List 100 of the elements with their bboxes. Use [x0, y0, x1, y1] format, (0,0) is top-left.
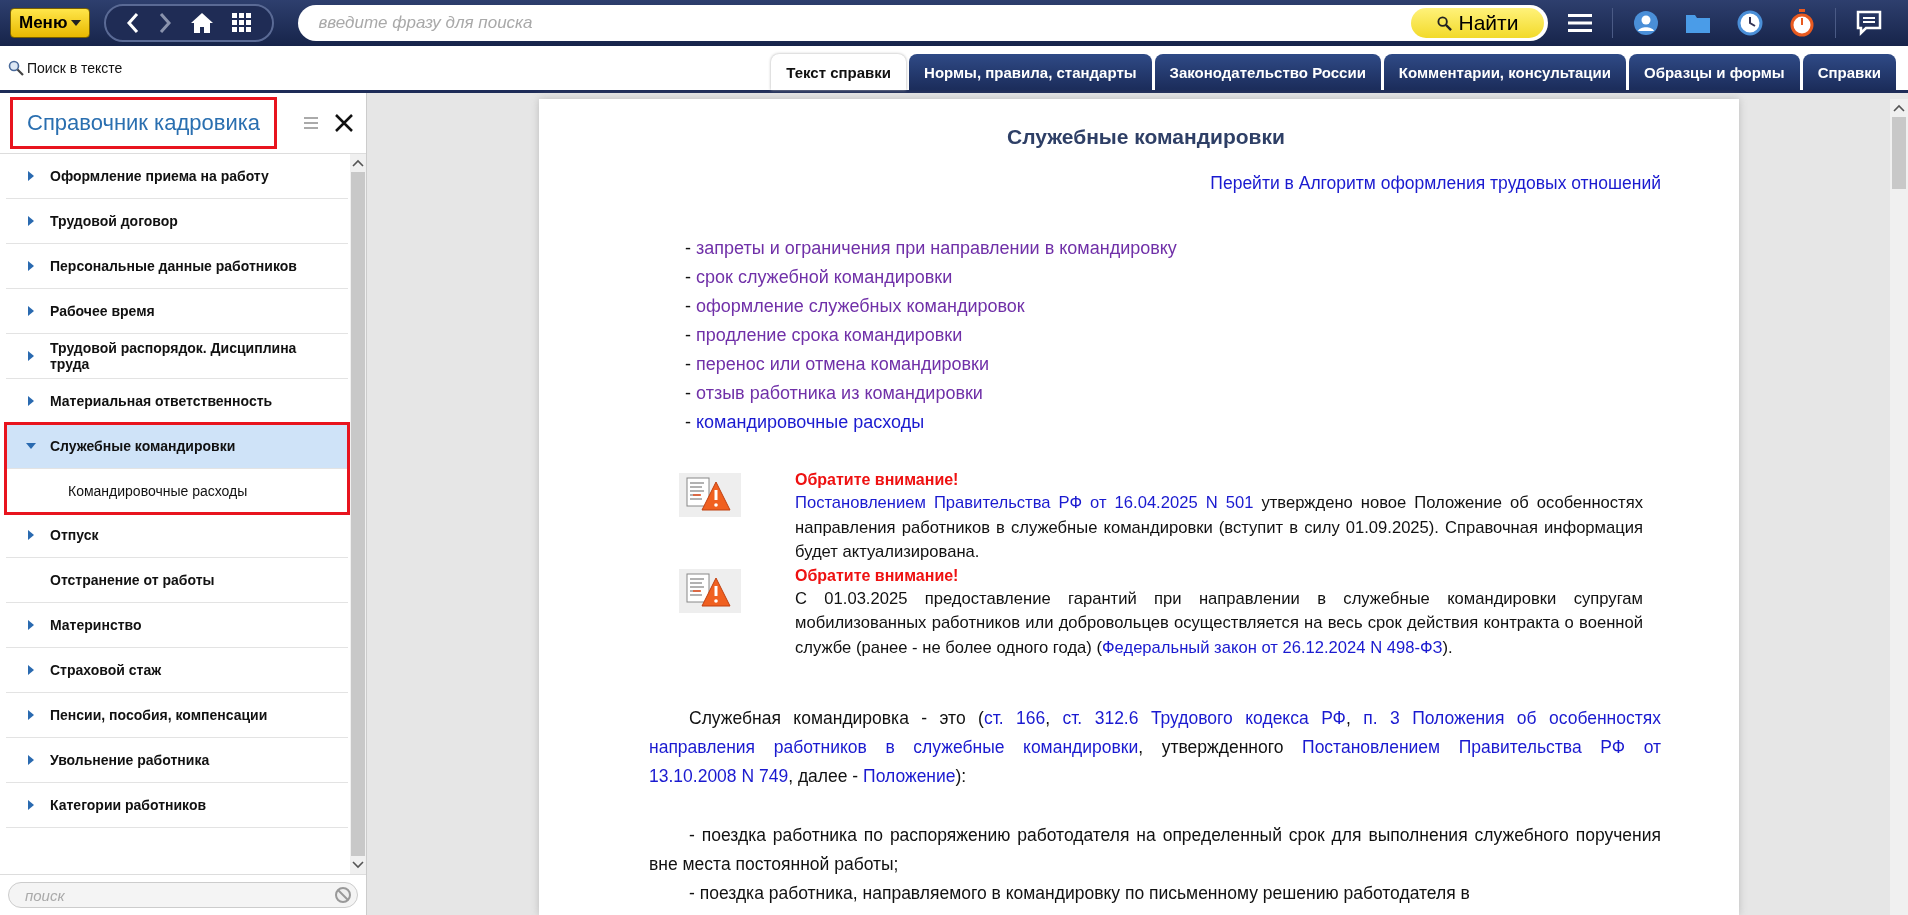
- toc-link[interactable]: перенос или отмена командировки: [696, 354, 990, 374]
- dash: -: [685, 325, 691, 345]
- scroll-thumb[interactable]: [351, 172, 365, 856]
- sidebar-item-label[interactable]: Пенсии, пособия, компенсации: [50, 707, 268, 723]
- close-icon[interactable]: [334, 113, 354, 133]
- collapse-triangle-icon[interactable]: [26, 441, 36, 451]
- document-warning-icon: [679, 568, 741, 613]
- law-link[interactable]: Федеральный закон от 26.12.2024 N 498-ФЗ: [1101, 637, 1443, 657]
- notice-text: Постановлением Правительства РФ от 16.04.2025 N 501 утверждено новое Положение об особенностях направления работников в служебные командировки (вступит в силу 01.09.2025). Справочная информация будет актуализирована.: [795, 492, 1643, 563]
- law-link[interactable]: ст. 312.6 Трудового кодекса РФ: [1062, 708, 1346, 728]
- toc-link[interactable]: срок служебной командировки: [696, 267, 953, 287]
- sidebar-item[interactable]: Отпуск: [6, 513, 348, 558]
- dash: -: [685, 296, 691, 316]
- forward-icon[interactable]: [158, 12, 173, 34]
- toc-link[interactable]: командировочные расходы: [696, 412, 925, 432]
- sidebar-item[interactable]: Пенсии, пособия, компенсации: [6, 693, 348, 738]
- sidebar-item-label[interactable]: Материальная ответственность: [50, 393, 273, 409]
- sidebar-item[interactable]: Материнство: [6, 603, 348, 648]
- sidebar-item[interactable]: Служебные командировки: [6, 424, 348, 469]
- tab[interactable]: Справки: [1802, 54, 1896, 90]
- sidebar-item[interactable]: Оформление приема на работу: [6, 154, 348, 199]
- search-icon[interactable]: [8, 60, 24, 76]
- scroll-up-icon[interactable]: [352, 159, 364, 167]
- back-icon[interactable]: [126, 12, 141, 34]
- sidebar-item[interactable]: Увольнение работника: [6, 738, 348, 783]
- expand-triangle-icon[interactable]: [26, 710, 36, 720]
- sidebar-item[interactable]: Страховой стаж: [6, 648, 348, 693]
- sidebar-item[interactable]: Трудовой распорядок. Дисциплина труда: [6, 334, 348, 379]
- law-link[interactable]: Положение: [863, 766, 956, 786]
- sidebar-item[interactable]: Персональные данные работников: [6, 244, 348, 289]
- search-icon: [1437, 15, 1453, 31]
- scrollbar[interactable]: [1890, 99, 1908, 915]
- algorithm-link[interactable]: Перейти в Алгоритм оформления трудовых отношений: [1210, 173, 1661, 193]
- sidebar-item-label[interactable]: Отпуск: [50, 527, 99, 543]
- sidebar-item-label[interactable]: Персональные данные работников: [50, 258, 297, 274]
- grid-icon[interactable]: [232, 13, 253, 33]
- text-search-link[interactable]: Поиск в тексте: [27, 60, 123, 76]
- sidebar-item[interactable]: Рабочее время: [6, 289, 348, 334]
- expand-triangle-icon[interactable]: [26, 665, 36, 675]
- sidebar-item[interactable]: Отстранение от работы: [6, 558, 348, 603]
- toc-link[interactable]: продление срока командировки: [696, 325, 963, 345]
- tab[interactable]: Комментарии, консультации: [1383, 54, 1626, 90]
- expand-triangle-icon[interactable]: [26, 800, 36, 810]
- body-paragraph: Служебная командировка - это (ст. 166, ст. 312.6 Трудового кодекса РФ, п. 3 Положения об особенностях направления работников в служебные командировки, утвержденного Постановлением Правительства РФ от 13.10.2008 N 749, далее - Положение):: [649, 707, 1661, 788]
- sidebar-item[interactable]: Трудовой договор: [6, 199, 348, 244]
- menu-icon[interactable]: [1568, 13, 1593, 33]
- law-link[interactable]: п. 3 Положения об особенностях: [1363, 708, 1661, 728]
- notice-heading: Обратите внимание!: [795, 566, 960, 585]
- stopwatch-icon[interactable]: [1789, 9, 1816, 37]
- tab[interactable]: Образцы и формы: [1629, 54, 1800, 90]
- clear-icon[interactable]: [334, 886, 352, 904]
- sidebar-item-label[interactable]: Оформление приема на работу: [50, 168, 269, 184]
- sidebar-item-label[interactable]: Трудовой договор: [50, 213, 178, 229]
- expand-triangle-icon[interactable]: [26, 396, 36, 406]
- sidebar-item-label[interactable]: Отстранение от работы: [50, 572, 215, 588]
- law-link[interactable]: направления работников в служебные командировки: [649, 737, 1139, 757]
- law-link[interactable]: 13.10.2008 N 749: [649, 766, 789, 786]
- expand-triangle-icon[interactable]: [26, 306, 36, 316]
- sidebar-item-label[interactable]: Служебные командировки: [50, 438, 236, 454]
- expand-triangle-icon[interactable]: [26, 620, 36, 630]
- sidebar-item-label[interactable]: Трудовой распорядок. Дисциплина труда: [50, 340, 338, 372]
- expand-triangle-icon[interactable]: [26, 216, 36, 226]
- sidebar-item-label[interactable]: Рабочее время: [50, 303, 155, 319]
- find-button[interactable]: Найти: [1411, 8, 1545, 38]
- folder-icon[interactable]: [1685, 12, 1712, 34]
- body-paragraph: - поездка работника по распоряжению работодателя на определенный срок для выполнения служебного поручения вне места постоянной работы;: [649, 824, 1661, 876]
- chat-icon[interactable]: [1856, 10, 1883, 36]
- sidebar-item-label[interactable]: Категории работников: [50, 797, 207, 813]
- law-link[interactable]: Постановлением Правительства РФ от 16.04.2025 N 501: [795, 493, 1254, 512]
- scroll-thumb[interactable]: [1892, 117, 1906, 189]
- sidebar-subitem[interactable]: Командировочные расходы: [6, 469, 348, 513]
- sidebar-item-label[interactable]: Страховой стаж: [50, 662, 162, 678]
- toc-link[interactable]: отзыв работника из командировки: [696, 383, 983, 403]
- tab[interactable]: Нормы, правила, стандарты: [909, 54, 1152, 90]
- expand-triangle-icon[interactable]: [26, 755, 36, 765]
- scrollbar[interactable]: [350, 154, 366, 874]
- law-link[interactable]: Постановлением Правительства РФ от: [1302, 737, 1661, 757]
- sidebar-search-field[interactable]: поиск: [8, 882, 358, 908]
- home-icon[interactable]: [190, 12, 215, 34]
- expand-triangle-icon[interactable]: [26, 351, 36, 361]
- sidebar-item[interactable]: Материальная ответственность: [6, 379, 348, 424]
- scroll-up-icon[interactable]: [1893, 104, 1905, 112]
- sidebar-item-label[interactable]: Материнство: [50, 617, 142, 633]
- tab[interactable]: Текст справки: [771, 54, 907, 90]
- clock-icon[interactable]: [1737, 10, 1764, 36]
- tab[interactable]: Законодательство России: [1154, 54, 1381, 90]
- law-link[interactable]: ст. 166: [983, 708, 1046, 728]
- notice-text: С 01.03.2025 предоставление гарантий при направлении в служебные командировки супругам мобилизованных работников или добровольцев осуществляется на весь срок действия контракта о военной службе (ранее - не более одного года) (Федеральный закон от 26.12.2024 N 498-ФЗ).: [795, 587, 1643, 659]
- expand-triangle-icon[interactable]: [26, 261, 36, 271]
- document-title: Служебные командировки: [1006, 125, 1286, 149]
- user-icon[interactable]: [1633, 10, 1660, 36]
- expand-triangle-icon[interactable]: [26, 171, 36, 181]
- sidebar-item-label[interactable]: Увольнение работника: [50, 752, 210, 768]
- toc-link[interactable]: запреты и ограничения при направлении в командировку: [696, 238, 1177, 258]
- expand-triangle-icon[interactable]: [26, 530, 36, 540]
- sidebar-item[interactable]: Категории работников: [6, 783, 348, 828]
- scroll-down-icon[interactable]: [352, 861, 364, 869]
- menu-button[interactable]: Меню: [10, 8, 91, 38]
- toc-link[interactable]: оформление служебных командировок: [696, 296, 1025, 316]
- notice-heading: Обратите внимание!: [795, 471, 960, 489]
